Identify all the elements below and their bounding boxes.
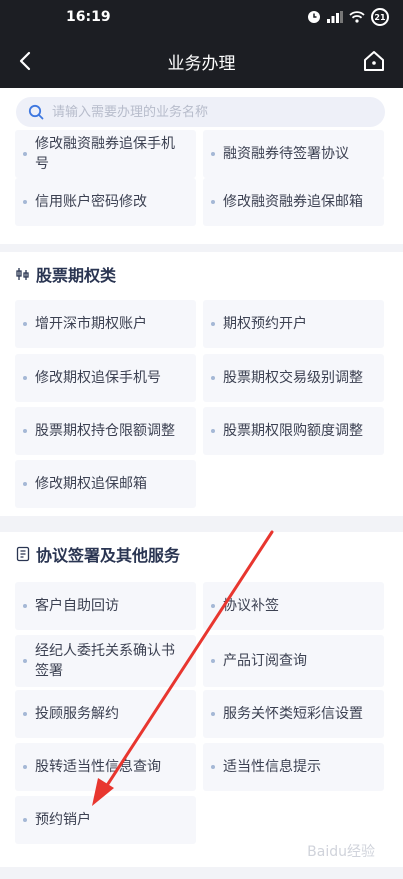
options-section-icon	[16, 268, 29, 280]
service-item-label: 信用账户密码修改	[35, 194, 147, 210]
search-input[interactable]	[52, 97, 372, 127]
service-item[interactable]: 融资融券待签署协议	[203, 130, 384, 178]
service-item[interactable]: 预约销户	[15, 796, 196, 844]
battery-indicator: 21	[371, 8, 389, 26]
bullet-dot	[211, 200, 215, 204]
service-item-label: 客户自助回访	[35, 598, 119, 614]
service-item[interactable]: 修改期权追保邮箱	[15, 460, 196, 508]
service-item[interactable]: 协议补签	[203, 582, 384, 630]
alarm-icon	[308, 11, 320, 23]
service-item[interactable]: 客户自助回访	[15, 582, 196, 630]
service-item-label: 适当性信息提示	[223, 759, 321, 775]
service-item[interactable]: 股票期权交易级别调整	[203, 354, 384, 402]
service-item[interactable]: 经纪人委托关系确认书签署	[15, 635, 196, 687]
bullet-dot	[211, 712, 215, 716]
service-item-label: 服务关怀类短彩信设置	[223, 706, 363, 722]
nav-bar: 业务办理	[0, 34, 403, 88]
bullet-dot	[23, 604, 27, 608]
service-item-label: 修改融资融券追保手机号	[35, 136, 175, 172]
bullet-dot	[23, 482, 27, 486]
service-item-label: 产品订阅查询	[223, 653, 307, 669]
battery-level: 21	[374, 12, 386, 22]
home-button[interactable]	[359, 46, 389, 76]
service-item-label: 股票期权交易级别调整	[223, 370, 363, 386]
service-item-label: 投顾服务解约	[35, 706, 119, 722]
service-item[interactable]: 产品订阅查询	[203, 635, 384, 687]
service-item-label: 增开深市期权账户	[35, 316, 147, 332]
bullet-dot	[23, 712, 27, 716]
service-item-label: 修改期权追保邮箱	[35, 476, 147, 492]
service-item-label: 股票期权持仓限额调整	[35, 423, 175, 439]
section-title: 股票期权类	[36, 266, 117, 285]
status-time: 16:19	[66, 9, 111, 25]
search-box[interactable]	[16, 97, 385, 127]
service-item[interactable]: 修改期权追保手机号	[15, 354, 196, 402]
section-stock-options: 股票期权类 增开深市期权账户 期权预约开户 修改期权追保手机号 股票期权交易级别…	[0, 252, 403, 516]
bullet-dot	[211, 322, 215, 326]
watermark: Baidu经验	[307, 844, 375, 860]
search-icon	[28, 104, 44, 120]
section-header: 协议签署及其他服务	[16, 544, 181, 565]
agreement-section-icon	[16, 546, 30, 562]
service-item-label: 预约销户	[35, 812, 91, 828]
bullet-dot	[211, 152, 215, 156]
service-item-label: 股票期权限购额度调整	[223, 423, 363, 439]
service-item[interactable]: 增开深市期权账户	[15, 300, 196, 348]
section-header: 股票期权类	[16, 264, 117, 285]
service-item[interactable]: 修改融资融券追保邮箱	[203, 178, 384, 226]
bullet-dot	[23, 659, 27, 663]
service-item[interactable]: 信用账户密码修改	[15, 178, 196, 226]
bullet-dot	[23, 152, 27, 156]
service-item[interactable]: 服务关怀类短彩信设置	[203, 690, 384, 738]
section-margin-trading: 修改融资融券追保手机号 融资融券待签署协议 信用账户密码修改 修改融资融券追保邮…	[0, 130, 403, 244]
search-bar	[0, 88, 403, 132]
bullet-dot	[23, 376, 27, 380]
bullet-dot	[23, 200, 27, 204]
bullet-dot	[211, 604, 215, 608]
bullet-dot	[211, 659, 215, 663]
bullet-dot	[23, 765, 27, 769]
service-item[interactable]: 股票期权限购额度调整	[203, 407, 384, 455]
bullet-dot	[23, 322, 27, 326]
service-item[interactable]: 期权预约开户	[203, 300, 384, 348]
status-icons: 21	[307, 8, 389, 26]
service-item[interactable]: 股转适当性信息查询	[15, 743, 196, 791]
service-item-label: 融资融券待签署协议	[223, 146, 349, 162]
wifi-icon	[349, 11, 365, 23]
home-icon	[364, 51, 384, 71]
section-agreements: 协议签署及其他服务 客户自助回访 协议补签 经纪人委托关系确认书签署 产品订阅查…	[0, 532, 403, 867]
service-item[interactable]: 投顾服务解约	[15, 690, 196, 738]
bullet-dot	[211, 429, 215, 433]
service-item[interactable]: 适当性信息提示	[203, 743, 384, 791]
bullet-dot	[23, 818, 27, 822]
service-item-label: 经纪人委托关系确认书签署	[35, 643, 175, 679]
bullet-dot	[211, 376, 215, 380]
service-item[interactable]: 修改融资融券追保手机号	[15, 130, 196, 178]
bullet-dot	[211, 765, 215, 769]
service-item-label: 股转适当性信息查询	[35, 759, 161, 775]
signal-icon	[327, 11, 343, 23]
status-bar: 16:19 21	[0, 0, 403, 34]
bullet-dot	[23, 429, 27, 433]
page-title: 业务办理	[167, 54, 236, 74]
section-title: 协议签署及其他服务	[36, 546, 181, 565]
service-item-label: 修改融资融券追保邮箱	[223, 194, 363, 210]
service-item-label: 期权预约开户	[223, 316, 307, 332]
service-item-label: 修改期权追保手机号	[35, 370, 161, 386]
service-item[interactable]: 股票期权持仓限额调整	[15, 407, 196, 455]
service-item-label: 协议补签	[223, 598, 279, 614]
